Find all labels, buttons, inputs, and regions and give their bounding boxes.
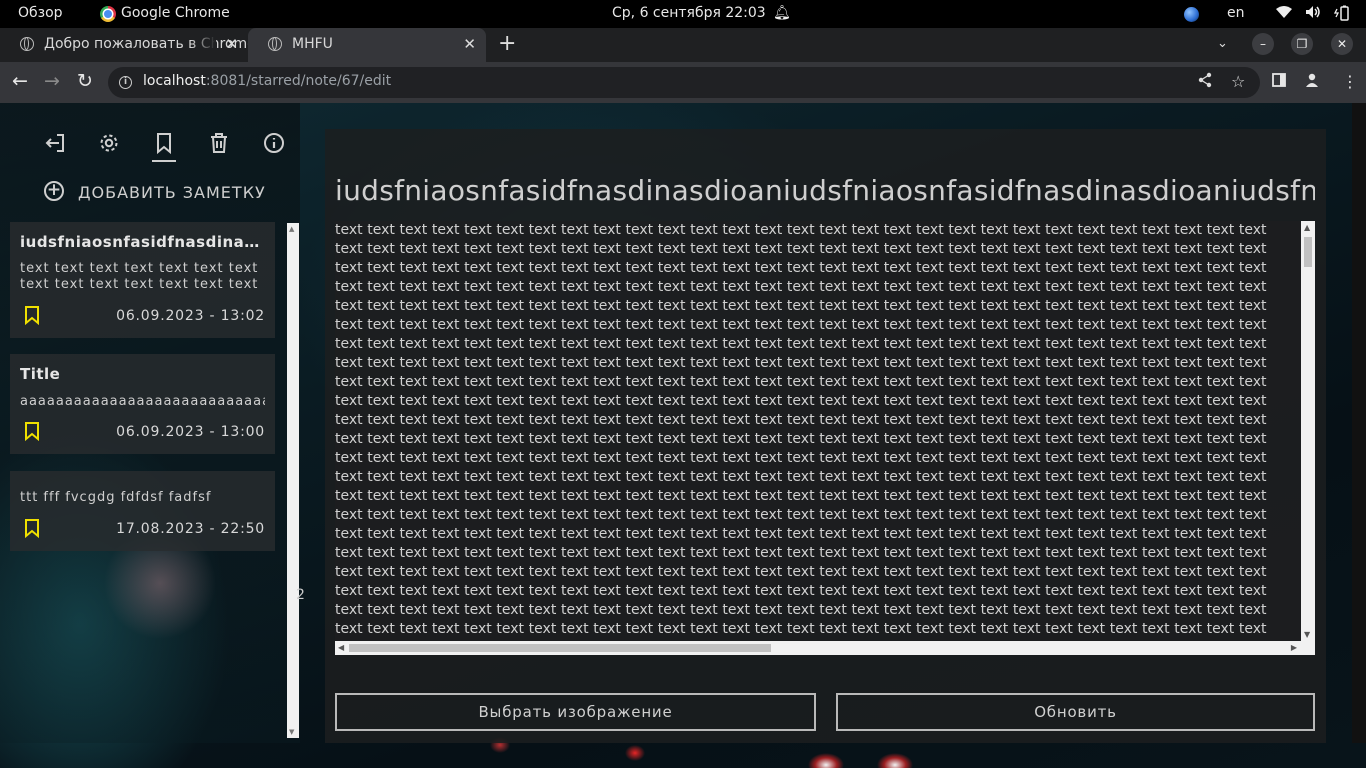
browser-toolbar: ← → ↻ i localhost:8081/starred/note/67/e… <box>0 62 1366 103</box>
tab-welcome[interactable]: Добро пожаловать в Chrome ✕ <box>0 28 248 62</box>
address-bar[interactable]: i localhost:8081/starred/note/67/edit ☆ <box>108 67 1260 98</box>
vertical-scrollbar[interactable]: ▲ ▼ <box>1301 221 1315 641</box>
starred-bookmark-icon[interactable] <box>24 518 40 539</box>
tab-bar: Добро пожаловать в Chrome ✕ MHFU ✕ + ⌄ –… <box>0 28 1366 62</box>
battery-icon[interactable] <box>1333 5 1350 25</box>
note-title: iudsfniaosnfasidfnasdinasdioaniudsfniaos… <box>20 233 265 251</box>
reload-icon[interactable]: ↻ <box>77 70 93 92</box>
note-editor: iudsfniaosnfasidfnasdinasdioaniudsfniaos… <box>325 129 1326 743</box>
clock[interactable]: Ср, 6 сентября 22:03 <box>612 5 766 21</box>
logout-icon[interactable] <box>43 131 67 155</box>
notes-list-scrollbar[interactable]: ▲ ▼ <box>287 223 299 738</box>
close-tab-icon[interactable]: ✕ <box>225 28 238 60</box>
scroll-down-arrow-icon[interactable]: ▼ <box>289 728 294 736</box>
share-icon[interactable] <box>1198 72 1212 92</box>
scroll-up-arrow-icon[interactable]: ▲ <box>1304 223 1310 232</box>
scrollbar-thumb[interactable] <box>1304 237 1312 267</box>
page-edge <box>1352 103 1366 743</box>
more-menu-icon[interactable]: ⋮ <box>1342 72 1358 91</box>
globe-icon <box>268 37 282 51</box>
info-icon[interactable] <box>262 131 286 155</box>
active-tab-indicator <box>152 160 176 162</box>
tab-title: Добро пожаловать в Chrome <box>44 36 248 52</box>
tab-title: MHFU <box>292 36 333 52</box>
bell-icon[interactable]: 🔔︎ <box>773 5 791 21</box>
scroll-up-arrow-icon[interactable]: ▲ <box>289 225 294 233</box>
web-page: + ДОБАВИТЬ ЗАМЕТКУ iudsfniaosnfasidfnasd… <box>0 103 1366 768</box>
note-text[interactable]: text text text text text text text text … <box>335 221 1287 641</box>
notes-sidebar: + ДОБАВИТЬ ЗАМЕТКУ iudsfniaosnfasidfnasd… <box>0 103 305 743</box>
note-title-input[interactable]: iudsfniaosnfasidfnasdinasdioaniudsfniaos… <box>335 174 1315 214</box>
close-tab-icon[interactable]: ✕ <box>463 28 476 60</box>
activities-button[interactable]: Обзор <box>18 5 63 21</box>
choose-image-button[interactable]: Выбрать изображение <box>335 693 816 731</box>
network-globe-icon[interactable] <box>1184 7 1199 22</box>
url-text[interactable]: localhost:8081/starred/note/67/edit <box>143 73 391 89</box>
update-button[interactable]: Обновить <box>836 693 1315 731</box>
profile-avatar-icon[interactable] <box>1304 72 1320 92</box>
starred-bookmark-icon[interactable] <box>24 305 40 326</box>
note-card[interactable]: ttt fff fvcgdg fdfdsf fadfsf 17.08.2023 … <box>10 471 275 551</box>
scroll-right-arrow-icon[interactable]: ▶ <box>1291 643 1297 652</box>
note-title: Title <box>20 365 61 383</box>
note-date: 06.09.2023 - 13:00 <box>116 424 265 440</box>
tab-search-chevron-icon[interactable]: ⌄ <box>1217 36 1228 51</box>
note-date: 17.08.2023 - 22:50 <box>116 521 265 537</box>
app-menu[interactable]: Google Chrome <box>121 5 230 21</box>
note-preview: aaaaaaaaaaaaaaaaaaaaaaaaaaaaaaa <box>20 394 265 409</box>
chrome-logo-icon <box>100 6 116 22</box>
horizontal-scrollbar[interactable]: ◀ ▶ <box>335 641 1315 655</box>
scroll-left-arrow-icon[interactable]: ◀ <box>338 643 344 652</box>
trash-icon[interactable] <box>207 131 231 155</box>
note-card[interactable]: Title aaaaaaaaaaaaaaaaaaaaaaaaaaaaaaa 06… <box>10 354 275 454</box>
close-window-button[interactable]: ✕ <box>1331 33 1353 55</box>
globe-icon <box>20 37 34 51</box>
keyboard-layout[interactable]: en <box>1227 5 1245 21</box>
note-preview: ttt fff fvcgdg fdfdsf fadfsf <box>20 490 212 505</box>
site-info-icon[interactable]: i <box>119 76 132 89</box>
os-top-bar: Обзор Google Chrome Ср, 6 сентября 22:03… <box>0 0 1366 28</box>
scroll-down-arrow-icon[interactable]: ▼ <box>1304 630 1310 639</box>
gear-icon[interactable] <box>97 131 121 155</box>
starred-bookmark-icon[interactable] <box>24 421 40 442</box>
add-note-label: ДОБАВИТЬ ЗАМЕТКУ <box>78 183 266 202</box>
restore-button[interactable]: ❐ <box>1291 33 1313 55</box>
scrollbar-thumb[interactable] <box>349 644 771 652</box>
bookmark-icon[interactable] <box>152 131 176 155</box>
minimize-button[interactable]: – <box>1252 33 1274 55</box>
plus-circle-icon: + <box>44 181 64 201</box>
page-indicator: 2 <box>296 587 305 603</box>
forward-arrow-icon[interactable]: → <box>44 70 60 92</box>
tab-mhfu[interactable]: MHFU ✕ <box>248 28 486 62</box>
side-panel-icon[interactable] <box>1272 72 1286 91</box>
note-date: 06.09.2023 - 13:02 <box>116 308 265 324</box>
new-tab-button[interactable]: + <box>498 28 516 60</box>
wifi-icon[interactable] <box>1276 5 1292 23</box>
note-text-area[interactable]: text text text text text text text text … <box>335 221 1315 655</box>
note-card[interactable]: iudsfniaosnfasidfnasdinasdioaniudsfniaos… <box>10 222 275 338</box>
note-preview: text text text text text text text text … <box>20 261 259 292</box>
volume-icon[interactable] <box>1305 5 1323 23</box>
back-arrow-icon[interactable]: ← <box>12 70 28 92</box>
bookmark-star-icon[interactable]: ☆ <box>1231 72 1245 91</box>
